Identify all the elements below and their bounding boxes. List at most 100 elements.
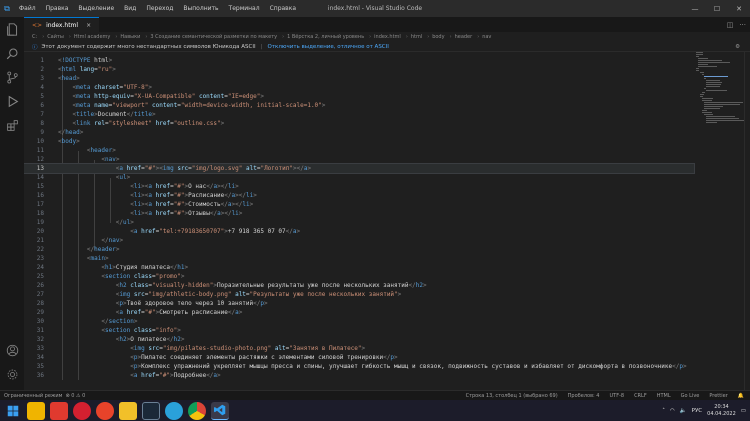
- code-editor[interactable]: 1 <!DOCTYPE html> 2 <html lang="ru"> 3 <head>…: [24, 52, 750, 390]
- tray-chevron-icon[interactable]: ˄: [662, 408, 665, 414]
- menu-help[interactable]: Справка: [265, 5, 301, 12]
- notification-center-icon[interactable]: ▭: [741, 408, 746, 414]
- menu-run[interactable]: Выполнить: [178, 5, 223, 12]
- code-line[interactable]: 28 <p>Твоё здоровое тело через 10 заняти…: [24, 299, 694, 308]
- menu-go[interactable]: Переход: [141, 5, 178, 12]
- breadcrumb-item[interactable]: Навыки: [120, 34, 140, 40]
- account-icon[interactable]: [0, 338, 24, 362]
- steam-icon[interactable]: [142, 401, 160, 420]
- code-line[interactable]: 30 </section>: [24, 317, 694, 326]
- code-line[interactable]: 21 </nav>: [24, 236, 694, 245]
- maximize-button[interactable]: ☐: [706, 0, 728, 17]
- vertical-scrollbar[interactable]: [744, 52, 750, 390]
- telegram-icon[interactable]: [165, 401, 183, 420]
- menu-terminal[interactable]: Терминал: [224, 5, 265, 12]
- go-live-button[interactable]: Go Live: [681, 393, 700, 399]
- code-line[interactable]: 14 <ul>: [24, 173, 694, 182]
- code-line[interactable]: 15 <li><a href="#">О нас</a></li>: [24, 182, 694, 191]
- minimap[interactable]: [696, 52, 746, 123]
- code-line[interactable]: 8 <link rel="stylesheet" href="outline.c…: [24, 119, 694, 128]
- notice-settings-icon[interactable]: ⚙: [735, 44, 740, 50]
- breadcrumb-item[interactable]: nav: [482, 34, 491, 40]
- breadcrumb-item[interactable]: Сайты: [47, 34, 64, 40]
- code-line[interactable]: 18 <li><a href="#">Отзывы</a></li>: [24, 209, 694, 218]
- breadcrumb-item[interactable]: Html academy: [74, 34, 111, 40]
- code-line[interactable]: 16 <li><a href="#">Расписание</a></li>: [24, 191, 694, 200]
- files-icon[interactable]: [0, 17, 24, 41]
- yandex-icon[interactable]: [96, 401, 114, 420]
- code-line[interactable]: 22 </header>: [24, 245, 694, 254]
- extensions-icon[interactable]: [0, 113, 24, 137]
- code-line[interactable]: 34 <p>Пилатес соединяет элементы растяжк…: [24, 353, 694, 362]
- vscode-icon[interactable]: [211, 401, 229, 420]
- code-line[interactable]: 29 <a href="#">Смотреть расписание</a>: [24, 308, 694, 317]
- prettier-status[interactable]: Prettier: [709, 393, 727, 399]
- code-line[interactable]: 36 <a href="#">Подробнее</a>: [24, 371, 694, 380]
- code-line[interactable]: 7 <title>Document</title>: [24, 110, 694, 119]
- code-line[interactable]: 25 <section class="promo">: [24, 272, 694, 281]
- breadcrumb-item[interactable]: body: [432, 34, 444, 40]
- breadcrumb-item[interactable]: html: [411, 34, 422, 40]
- code-line[interactable]: 11 <header>: [24, 146, 694, 155]
- code-line[interactable]: 6 <meta name="viewport" content="width=d…: [24, 101, 694, 110]
- code-line[interactable]: 9 </head>: [24, 128, 694, 137]
- explorer-icon[interactable]: [119, 401, 137, 420]
- breadcrumb-item[interactable]: C:: [32, 34, 37, 40]
- file-explorer-icon[interactable]: [27, 401, 45, 420]
- code-line[interactable]: 1 <!DOCTYPE html>: [24, 56, 694, 65]
- encoding[interactable]: UTF-8: [609, 393, 624, 399]
- close-window-button[interactable]: ✕: [728, 0, 750, 17]
- volume-icon[interactable]: 🔈: [680, 408, 687, 414]
- code-line[interactable]: 32 <h2>О пилатесе</h2>: [24, 335, 694, 344]
- code-line[interactable]: 24 <h1>Студия пилатеса</h1>: [24, 263, 694, 272]
- onenote-icon[interactable]: [50, 401, 68, 420]
- keyboard-language[interactable]: РУС: [692, 408, 703, 414]
- settings-gear-icon[interactable]: [0, 362, 24, 386]
- code-line[interactable]: 3 <head>: [24, 74, 694, 83]
- indentation[interactable]: Пробелов: 4: [568, 393, 600, 399]
- language-mode[interactable]: HTML: [657, 393, 671, 399]
- cursor-position[interactable]: Строка 13, столбец 1 (выбрано 69): [466, 393, 558, 399]
- split-editor-icon[interactable]: ◫: [727, 21, 734, 29]
- code-line[interactable]: 5 <meta http-equiv="X-UA-Compatible" con…: [24, 92, 694, 101]
- code-line[interactable]: 27 <img src="img/athletic-body.png" alt=…: [24, 290, 694, 299]
- breadcrumb-item[interactable]: 3 Создание семантической разметки по мак…: [150, 34, 277, 40]
- notifications-bell-icon[interactable]: 🔔: [738, 393, 744, 399]
- code-line[interactable]: 17 <li><a href="#">Стоимость</a></li>: [24, 200, 694, 209]
- code-line[interactable]: 26 <h2 class="visually-hidden">Поразител…: [24, 281, 694, 290]
- breadcrumb-item[interactable]: index.html: [374, 34, 401, 40]
- search-icon[interactable]: [0, 41, 24, 65]
- opera-icon[interactable]: [73, 401, 91, 420]
- minimize-button[interactable]: —: [684, 0, 706, 17]
- source-control-icon[interactable]: [0, 65, 24, 89]
- tab-index-html[interactable]: <> index.html ×: [24, 17, 100, 32]
- code-line[interactable]: 20 <a href="tel:+79183650707">+7 918 365…: [24, 227, 694, 236]
- code-line[interactable]: 23 <main>: [24, 254, 694, 263]
- code-line[interactable]: 31 <section class="info">: [24, 326, 694, 335]
- breadcrumb-item[interactable]: header: [455, 34, 473, 40]
- code-line[interactable]: 35 <p>Комплекс упражнений укрепляет мышц…: [24, 362, 694, 371]
- code-line[interactable]: 4 <meta charset="UTF-8">: [24, 83, 694, 92]
- chrome-icon[interactable]: [188, 401, 206, 420]
- more-actions-icon[interactable]: ···: [739, 21, 746, 29]
- code-line[interactable]: 12 <nav>: [24, 155, 694, 164]
- clock[interactable]: 20:34 04.04.2022: [707, 404, 736, 418]
- disable-highlight-link[interactable]: Отключить выделение, отличное от ASCII: [268, 44, 389, 50]
- run-debug-icon[interactable]: [0, 89, 24, 113]
- breadcrumb-item[interactable]: 1 Вёрстка 2, личный уровень: [287, 34, 364, 40]
- menu-edit[interactable]: Правка: [41, 5, 74, 12]
- code-line[interactable]: 33 <img src="img/pilates-studio-photo.pn…: [24, 344, 694, 353]
- menu-view[interactable]: Вид: [119, 5, 141, 12]
- tab-close-button[interactable]: ×: [86, 22, 91, 29]
- restricted-mode-label[interactable]: Ограниченный режим: [4, 393, 62, 399]
- start-icon[interactable]: [4, 402, 22, 420]
- line-ending[interactable]: CRLF: [634, 393, 647, 399]
- problems-indicator[interactable]: ⊗ 0 ⚠ 0: [65, 393, 85, 399]
- network-icon[interactable]: ◠: [670, 408, 675, 414]
- code-line[interactable]: 10 <body>: [24, 137, 694, 146]
- menu-selection[interactable]: Выделение: [73, 5, 119, 12]
- code-line[interactable]: 13 <a href="#"><img src="img/logo.svg" a…: [24, 163, 695, 174]
- code-line[interactable]: 2 <html lang="ru">: [24, 65, 694, 74]
- code-line[interactable]: 19 </ul>: [24, 218, 694, 227]
- menu-file[interactable]: Файл: [14, 5, 41, 12]
